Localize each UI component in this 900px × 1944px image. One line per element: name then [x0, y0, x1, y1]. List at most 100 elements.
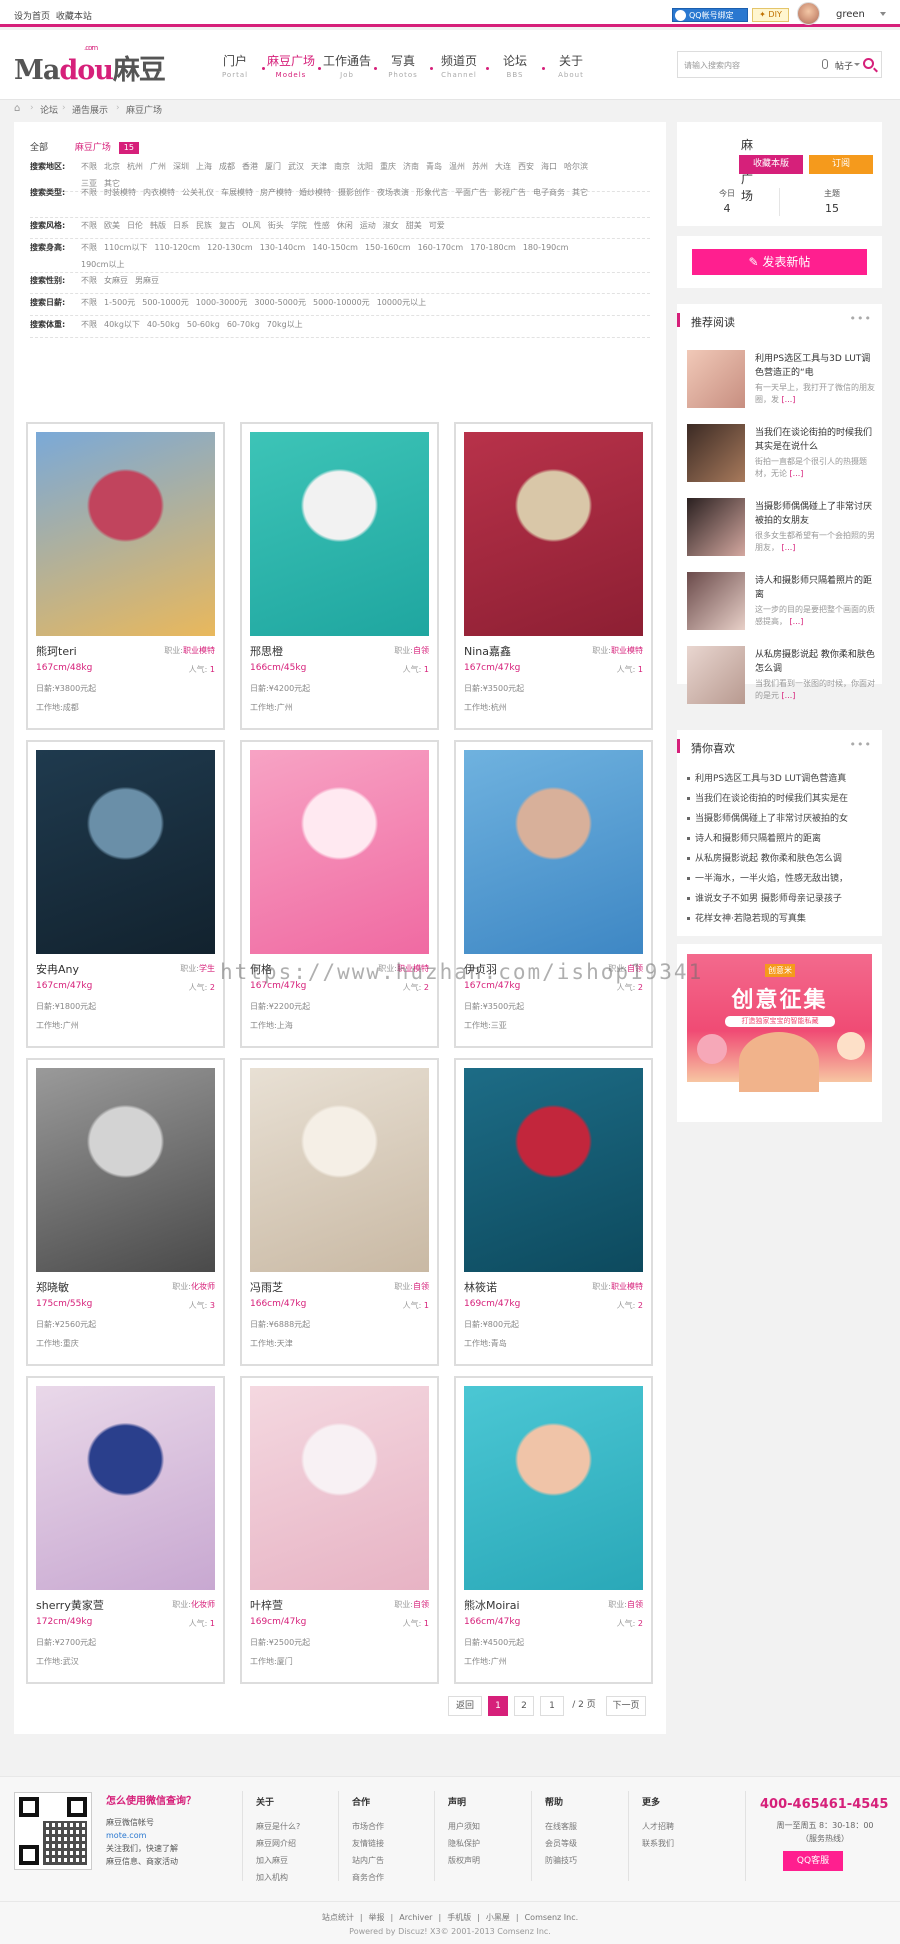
filter-option[interactable]: 190cm以上 — [81, 256, 124, 273]
qq-bind-button[interactable]: QQ帐号绑定 — [672, 8, 748, 22]
filter-option[interactable]: OL风 — [242, 217, 261, 234]
model-photo[interactable] — [464, 432, 643, 636]
filter-option[interactable]: 武汉 — [288, 158, 304, 175]
filter-option[interactable]: 60-70kg — [227, 316, 260, 333]
filter-option[interactable]: 大连 — [495, 158, 511, 175]
filter-option[interactable]: 青岛 — [426, 158, 442, 175]
guess-item[interactable]: 诗人和摄影师只隔着照片的距离 — [687, 832, 875, 846]
filter-option[interactable]: 女麻豆 — [104, 272, 128, 289]
footer-link[interactable]: 麻豆网介绍 — [256, 1835, 346, 1852]
filter-option[interactable]: 厦门 — [265, 158, 281, 175]
recommend-item[interactable]: 当摄影师偶偶碰上了非常讨厌被拍的女朋友 很多女生都希望有一个会拍照的男朋友， [.… — [687, 498, 875, 558]
filter-option[interactable]: 运动 — [360, 217, 376, 234]
page-1-button[interactable]: 1 — [488, 1696, 508, 1716]
breadcrumb-notices[interactable]: 通告展示 — [72, 103, 108, 116]
footer-link[interactable]: 商务合作 — [352, 1869, 442, 1886]
model-card[interactable]: 熊冰Moirai 职业:自领 166cm/47kg 人气: 2 日薪:¥4500元起 工作… — [454, 1376, 653, 1684]
breadcrumb-forum[interactable]: 论坛 — [40, 103, 58, 116]
home-icon[interactable]: ⌂ — [14, 104, 24, 114]
next-page-button[interactable]: 下一页 — [606, 1696, 646, 1716]
filter-option[interactable]: 苏州 — [472, 158, 488, 175]
read-more-link[interactable]: [...] — [779, 691, 796, 700]
recommend-thumbnail[interactable] — [687, 424, 745, 482]
chevron-down-icon[interactable] — [880, 12, 886, 16]
filter-option[interactable]: 不限 — [81, 217, 97, 234]
filter-option[interactable]: 成都 — [219, 158, 235, 175]
filter-option[interactable]: 1-500元 — [104, 294, 135, 311]
microphone-icon[interactable] — [822, 59, 828, 69]
filter-option[interactable]: 平面广告 — [455, 184, 487, 201]
filter-option[interactable]: 海口 — [541, 158, 557, 175]
filter-option[interactable]: 街头 — [268, 217, 284, 234]
footer-bottom-link[interactable]: Comsenz Inc. — [525, 1913, 579, 1922]
model-photo[interactable] — [250, 1068, 429, 1272]
model-photo[interactable] — [464, 1386, 643, 1590]
footer-link[interactable]: 友情链接 — [352, 1835, 442, 1852]
filter-option[interactable]: 学院 — [291, 217, 307, 234]
ad-banner[interactable]: 创意米 创意征集 打造独家宝宝的智能私藏 — [687, 954, 872, 1092]
filter-option[interactable]: 内衣模特 — [143, 184, 175, 201]
model-name[interactable]: 冯雨芝 — [250, 1279, 283, 1295]
new-post-button[interactable]: ✎ 发表新帖 — [692, 249, 867, 275]
read-more-link[interactable]: [...] — [779, 395, 796, 404]
model-card[interactable]: 安冉Any 职业:学生 167cm/47kg 人气: 2 日薪:¥1800元起 工作地:广… — [26, 740, 225, 1048]
recommend-title[interactable]: 诗人和摄影师只隔着照片的距离 — [755, 574, 875, 602]
model-card[interactable]: 冯雨芝 职业:自领 166cm/47kg 人气: 1 日薪:¥6888元起 工作地:天津 — [240, 1058, 439, 1366]
read-more-link[interactable]: [...] — [787, 617, 804, 626]
nav-item-6[interactable]: 关于 About — [536, 52, 606, 79]
filter-option[interactable]: 复古 — [219, 217, 235, 234]
filter-option[interactable]: 其它 — [572, 184, 588, 201]
more-icon[interactable]: ••• — [850, 738, 872, 751]
footer-bottom-link[interactable]: 站点统计 — [322, 1913, 354, 1922]
filter-option[interactable]: 不限 — [81, 272, 97, 289]
pager-back-button[interactable]: 返回 — [448, 1696, 482, 1716]
filter-option[interactable]: 110-120cm — [154, 239, 200, 256]
model-card[interactable]: 林筱诺 职业:职业模特 169cm/47kg 人气: 2 日薪:¥800元起 工作地:青岛 — [454, 1058, 653, 1366]
guess-item[interactable]: 花样女神·若隐若现的写真集 — [687, 912, 875, 926]
filter-option[interactable]: 影视广告 — [494, 184, 526, 201]
guess-item[interactable]: 谁说女子不如男 摄影师母亲记录孩子 — [687, 892, 875, 906]
recommend-thumbnail[interactable] — [687, 646, 745, 704]
filter-option[interactable]: 120-130cm — [207, 239, 253, 256]
filter-option[interactable]: 重庆 — [380, 158, 396, 175]
qq-service-button[interactable]: QQ客服 — [783, 1851, 843, 1871]
model-card[interactable]: 何格 职业:职业模特 167cm/47kg 人气: 2 日薪:¥2200元起 工作地:上海 — [240, 740, 439, 1048]
recommend-title[interactable]: 当我们在谈论街拍的时候我们其实是在说什么 — [755, 426, 875, 454]
footer-link[interactable]: 站内广告 — [352, 1852, 442, 1869]
filter-option[interactable]: 500-1000元 — [142, 294, 189, 311]
model-photo[interactable] — [250, 432, 429, 636]
recommend-title[interactable]: 从私房摄影说起 教你柔和肤色怎么调 — [755, 648, 875, 676]
filter-option[interactable]: 香港 — [242, 158, 258, 175]
filter-option[interactable]: 70kg以上 — [267, 316, 303, 333]
filter-option[interactable]: 甜美 — [406, 217, 422, 234]
model-card[interactable]: 郑晓敏 职业:化妆师 175cm/55kg 人气: 3 日薪:¥2560元起 工作地:重庆 — [26, 1058, 225, 1366]
footer-bottom-link[interactable]: Archiver — [399, 1913, 432, 1922]
footer-link[interactable]: 会员等级 — [545, 1835, 635, 1852]
footer-link[interactable]: 加入机构 — [256, 1869, 346, 1886]
model-name[interactable]: 郑晓敏 — [36, 1279, 69, 1295]
model-name[interactable]: 叶梓萱 — [250, 1597, 283, 1613]
filter-option[interactable]: 不限 — [81, 184, 97, 201]
footer-link[interactable]: 用户须知 — [448, 1818, 538, 1835]
filter-option[interactable]: 男麻豆 — [135, 272, 159, 289]
filter-option[interactable]: 淑女 — [383, 217, 399, 234]
filter-option[interactable]: 1000-3000元 — [196, 294, 248, 311]
model-card[interactable]: 叶梓萱 职业:自领 169cm/47kg 人气: 1 日薪:¥2500元起 工作地:厦门 — [240, 1376, 439, 1684]
footer-bottom-link[interactable]: 小黑屋 — [486, 1913, 510, 1922]
recommend-item[interactable]: 从私房摄影说起 教你柔和肤色怎么调 当我们看到一张图的时候，你面对的是元 [...… — [687, 646, 875, 706]
filter-option[interactable]: 天津 — [311, 158, 327, 175]
model-photo[interactable] — [464, 1068, 643, 1272]
filter-option[interactable]: 杭州 — [127, 158, 143, 175]
footer-link[interactable]: 版权声明 — [448, 1852, 538, 1869]
model-photo[interactable] — [250, 750, 429, 954]
read-more-link[interactable]: [...] — [779, 543, 796, 552]
filter-option[interactable]: 40-50kg — [147, 316, 180, 333]
model-name[interactable]: Nina嘉鑫 — [464, 643, 511, 659]
filter-option[interactable]: 性感 — [314, 217, 330, 234]
filter-option[interactable]: 110cm以下 — [104, 239, 147, 256]
footer-link[interactable]: 防骗技巧 — [545, 1852, 635, 1869]
filter-option[interactable]: 房产模特 — [260, 184, 292, 201]
filter-option[interactable]: 公关礼仪 — [182, 184, 214, 201]
filter-option[interactable]: 170-180cm — [470, 239, 516, 256]
footer-link[interactable]: 在线客服 — [545, 1818, 635, 1835]
